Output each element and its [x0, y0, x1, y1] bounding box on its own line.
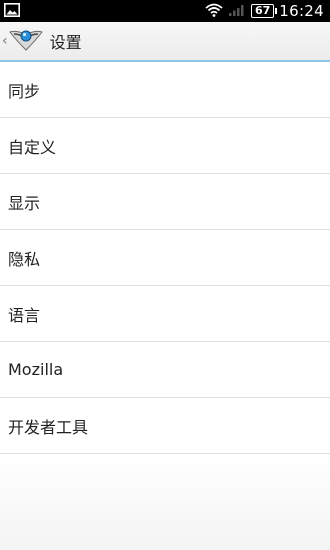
list-item-label: 自定义: [8, 137, 57, 157]
settings-list: 同步 自定义 显示 隐私 语言 Mozilla 开发者工具: [0, 62, 330, 454]
settings-item-privacy[interactable]: 隐私: [0, 230, 330, 286]
list-item-label: 开发者工具: [8, 417, 89, 437]
signal-icon: [228, 2, 246, 21]
empty-area: [0, 454, 330, 550]
settings-item-sync[interactable]: 同步: [0, 62, 330, 118]
settings-item-mozilla[interactable]: Mozilla: [0, 342, 330, 398]
list-item-label: 显示: [8, 193, 41, 213]
wifi-icon: [205, 2, 223, 21]
settings-item-language[interactable]: 语言: [0, 286, 330, 342]
battery-icon: 67: [250, 4, 278, 18]
status-bar: 67 16:24: [0, 0, 330, 22]
action-bar[interactable]: ‹ 设置: [0, 22, 330, 62]
page-title: 设置: [49, 33, 82, 52]
list-item-label: Mozilla: [8, 360, 64, 379]
app-logo-icon[interactable]: [8, 26, 50, 56]
list-item-label: 隐私: [8, 249, 41, 269]
settings-item-developer-tools[interactable]: 开发者工具: [0, 398, 330, 454]
settings-item-display[interactable]: 显示: [0, 174, 330, 230]
list-item-label: 同步: [8, 81, 41, 101]
notification-image-icon: [4, 2, 20, 21]
settings-item-customize[interactable]: 自定义: [0, 118, 330, 174]
clock: 16:24: [279, 2, 324, 20]
list-item-label: 语言: [8, 305, 41, 325]
